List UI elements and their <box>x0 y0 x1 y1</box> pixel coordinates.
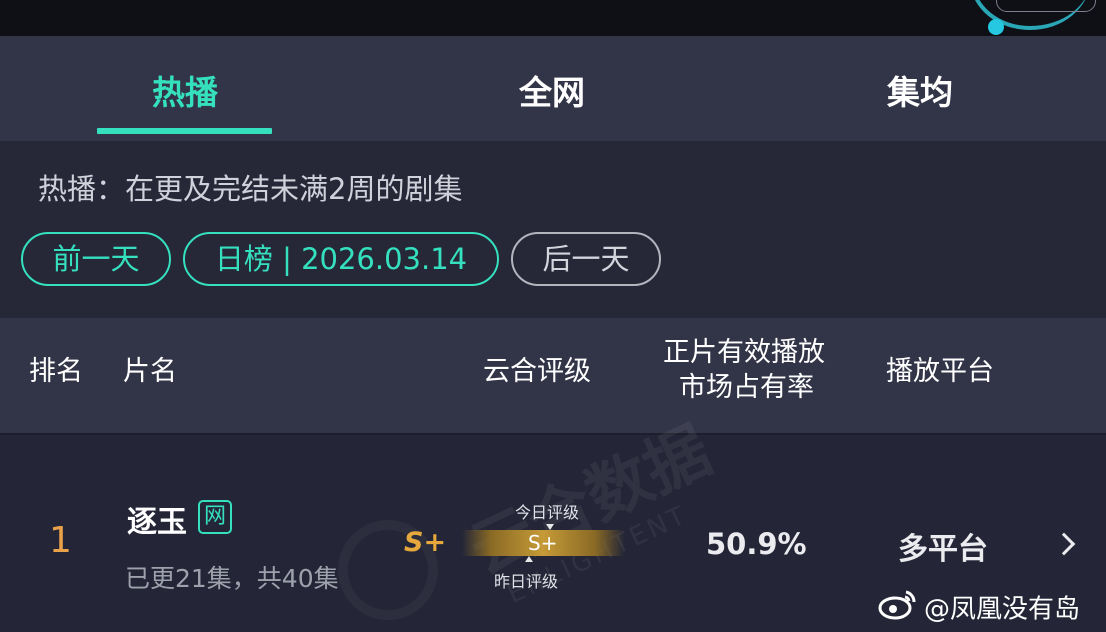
header-platform: 播放平台 <box>886 356 994 387</box>
indicator-dot <box>988 19 1004 35</box>
header-share-line1: 正片有效播放 <box>663 337 825 368</box>
header-rank: 排名 <box>29 356 83 387</box>
yesterday-marker-icon <box>525 556 533 562</box>
weibo-watermark: @凤凰没有岛 <box>878 588 1080 628</box>
header-rating: 云合评级 <box>483 356 591 387</box>
drama-title: 逐玉 <box>127 505 187 540</box>
tab-bar: 热播 全网 集均 <box>0 36 1106 141</box>
header-share-line2: 市场占有率 <box>679 372 814 403</box>
tab-episode-average[interactable]: 集均 <box>800 66 1040 114</box>
status-strip <box>0 0 1106 36</box>
prev-day-button[interactable]: 前一天 <box>21 232 171 286</box>
today-rating-label: 今日评级 <box>515 503 580 522</box>
header-name: 片名 <box>123 356 177 387</box>
details-pill[interactable] <box>996 0 1096 12</box>
rank-number: 1 <box>49 520 72 561</box>
platform-name: 多平台 <box>898 532 988 567</box>
next-day-button[interactable]: 后一天 <box>511 232 661 286</box>
network-badge: 网 <box>198 500 232 534</box>
rating-bar-label: S+ <box>528 531 558 555</box>
filter-area: 热播：在更及完结未满2周的剧集 前一天 日榜 | 2026.03.14 后一天 <box>0 141 1106 318</box>
rating-grade: S+ <box>404 527 447 558</box>
table-header: 排名 片名 云合评级 正片有效播放 市场占有率 播放平台 <box>0 318 1106 435</box>
date-selector[interactable]: 日榜 | 2026.03.14 <box>183 232 499 286</box>
yesterday-rating-label: 昨日评级 <box>494 572 559 591</box>
tab-all-network[interactable]: 全网 <box>432 66 672 114</box>
market-share: 50.9% <box>706 527 807 561</box>
weibo-icon <box>878 588 918 632</box>
active-tab-indicator <box>97 128 272 134</box>
ranking-description: 热播：在更及完结未满2周的剧集 <box>38 172 463 206</box>
weibo-handle: @凤凰没有岛 <box>924 594 1081 625</box>
tab-hot[interactable]: 热播 <box>65 66 305 114</box>
episode-progress: 已更21集，共40集 <box>125 564 339 593</box>
chevron-right-icon[interactable] <box>1052 532 1076 556</box>
